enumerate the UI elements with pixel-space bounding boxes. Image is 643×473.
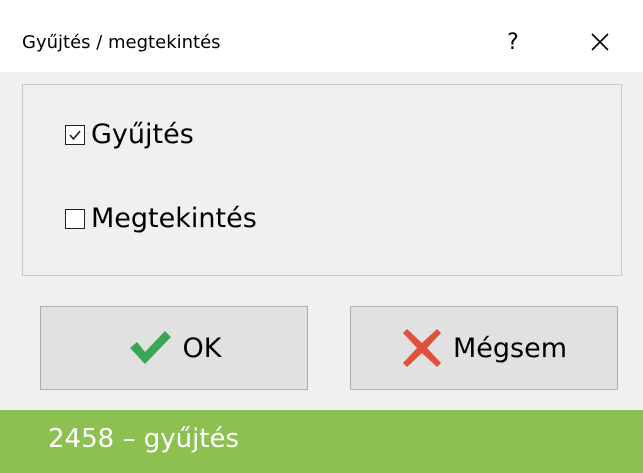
ok-button[interactable]: OK	[40, 306, 308, 390]
help-button[interactable]: ?	[498, 24, 528, 60]
options-group: Gyűjtés Megtekintés	[22, 84, 622, 276]
gyujtes-checkbox[interactable]	[65, 124, 85, 145]
option-megtekintes[interactable]: Megtekintés	[65, 203, 257, 234]
close-icon	[591, 33, 609, 51]
gyujtes-label: Gyűjtés	[91, 119, 194, 150]
cross-icon	[402, 329, 441, 367]
option-gyujtes[interactable]: Gyűjtés	[65, 119, 194, 150]
title-bar: Gyűjtés / megtekintés ?	[0, 0, 643, 72]
checkmark-small-icon	[69, 129, 81, 140]
caption-text: 2458 – gyűjtés	[48, 424, 240, 454]
megtekintes-label: Megtekintés	[91, 203, 257, 234]
dialog-window: Gyűjtés / megtekintés ? Gyűjtés Megtekin…	[0, 0, 643, 410]
cancel-label: Mégsem	[452, 332, 568, 364]
dialog-title: Gyűjtés / megtekintés	[22, 32, 221, 53]
checkmark-icon	[129, 331, 171, 364]
megtekintes-checkbox[interactable]	[65, 208, 85, 229]
ok-label: OK	[182, 332, 222, 364]
close-button[interactable]	[582, 24, 618, 60]
caption-bar: 2458 – gyűjtés	[0, 410, 643, 473]
cancel-button[interactable]: Mégsem	[350, 306, 618, 390]
